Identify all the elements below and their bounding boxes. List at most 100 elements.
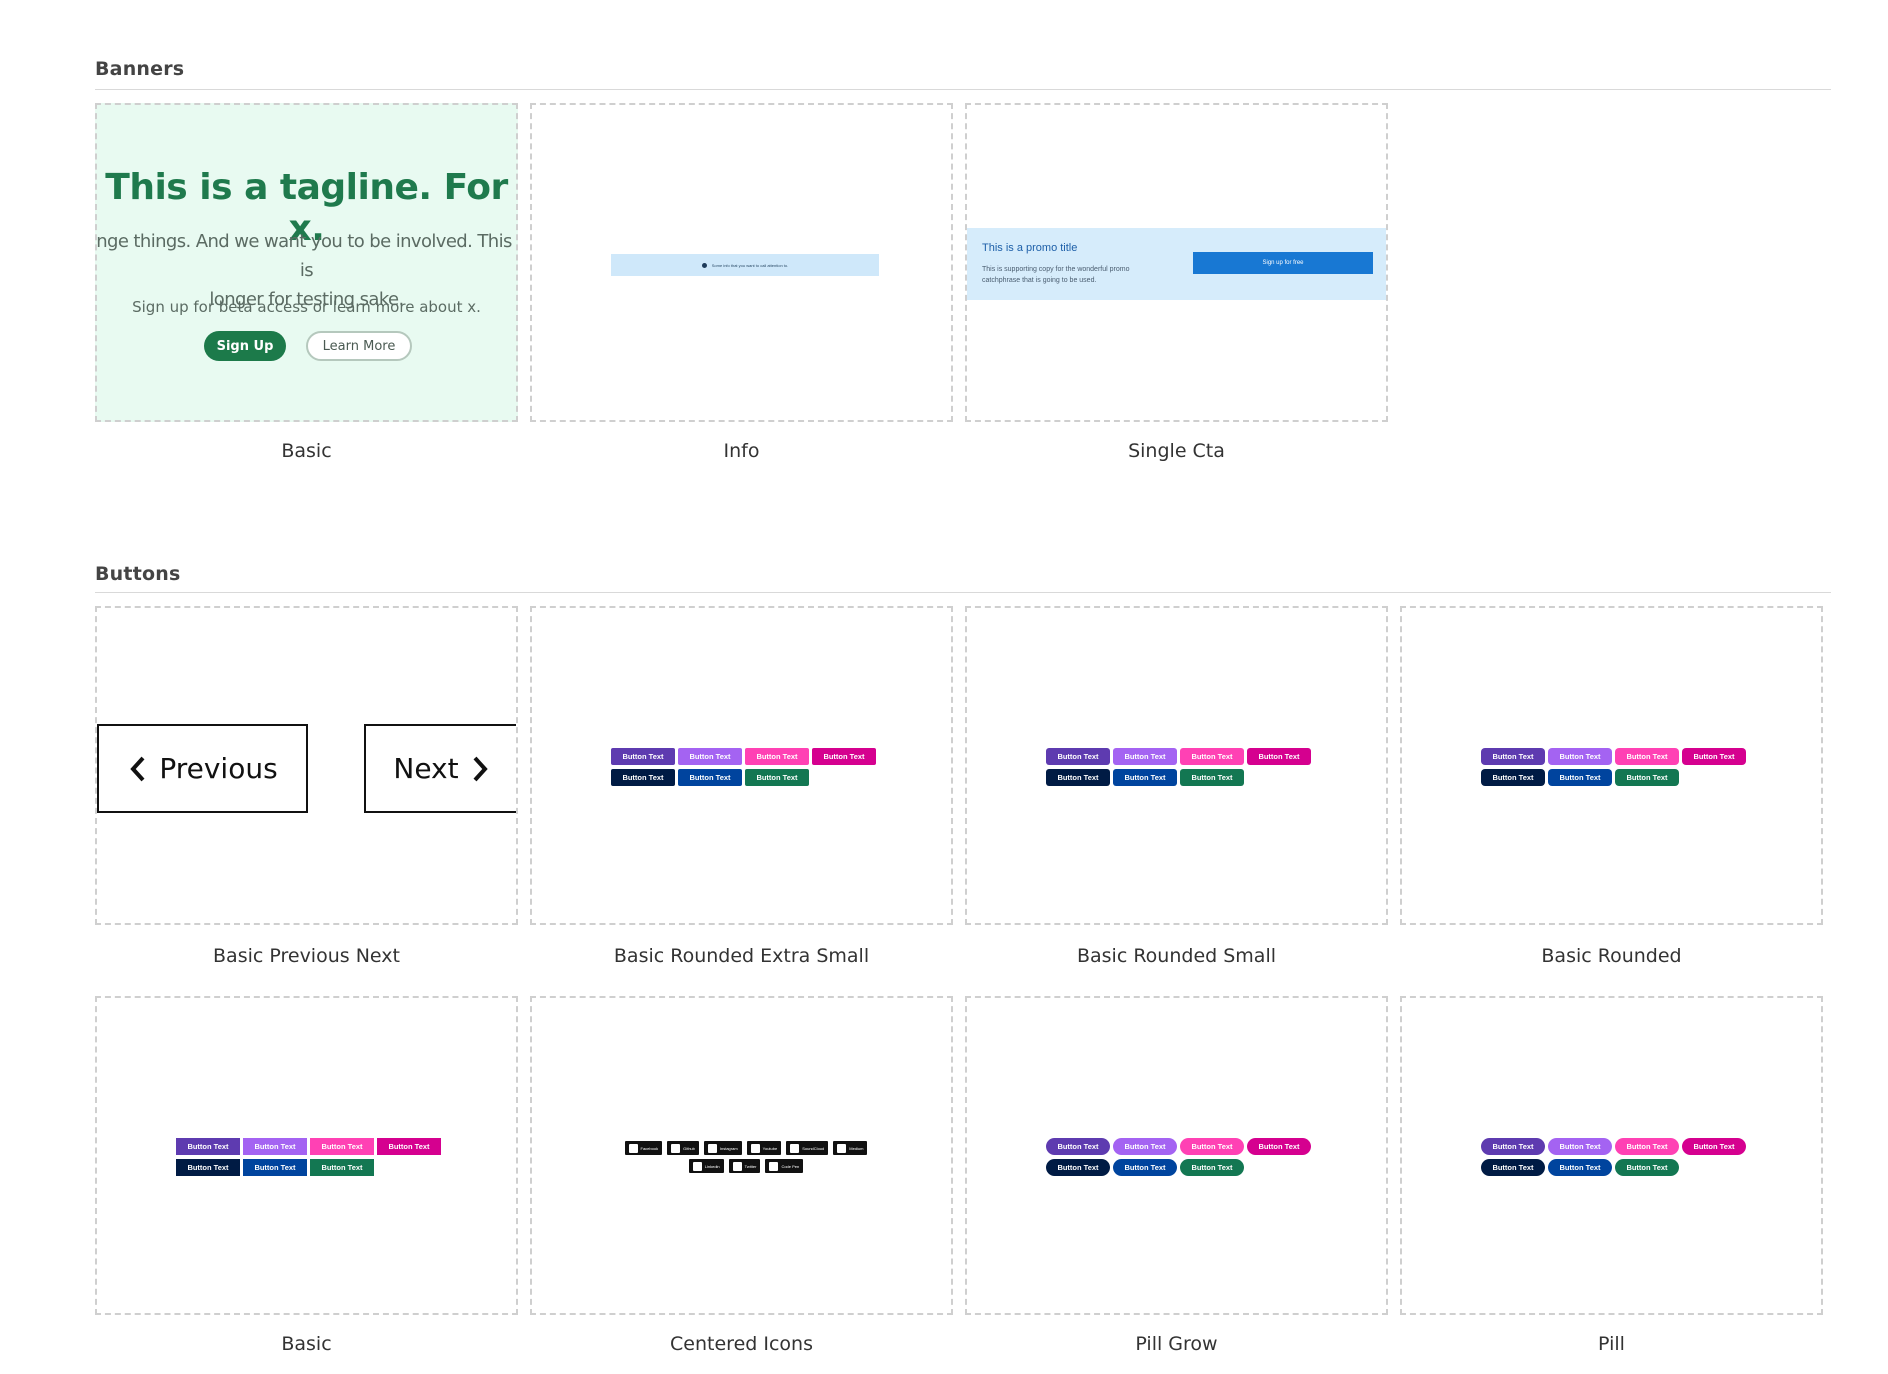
caption-rounded-small: Basic Rounded Small bbox=[1076, 945, 1277, 967]
sample-button[interactable]: Button Text bbox=[243, 1159, 307, 1176]
icon-button-code-pen[interactable]: Code Pen bbox=[765, 1159, 804, 1173]
sample-button[interactable]: Button Text bbox=[1615, 748, 1679, 765]
banner-body-line-1: Change things. And we want you to be inv… bbox=[96, 231, 516, 281]
buttons-basic-preview[interactable]: Button Text Button Text Button Text Button … bbox=[95, 996, 518, 1315]
banner-single-cta-preview[interactable]: This is a promo title This is supporting… bbox=[965, 103, 1388, 422]
caption-banner-basic: Basic bbox=[281, 440, 332, 462]
previous-button[interactable]: Previous bbox=[97, 724, 308, 813]
banners-heading: Banners bbox=[95, 58, 185, 80]
icon-button-facebook[interactable]: Facebook bbox=[624, 1141, 663, 1155]
sample-button[interactable]: Button Text bbox=[1481, 748, 1545, 765]
sample-button[interactable]: Button Text bbox=[678, 769, 742, 786]
button-row: Button Text Button Text Button Text bbox=[176, 1159, 446, 1176]
sample-button[interactable]: Button Text bbox=[1481, 1159, 1545, 1176]
sample-button[interactable]: Button Text bbox=[243, 1138, 307, 1155]
sample-button[interactable]: Button Text bbox=[1180, 1138, 1244, 1155]
button-grid: Button Text Button Text Button Text Button … bbox=[1046, 748, 1316, 790]
next-button[interactable]: Next bbox=[364, 724, 516, 813]
banners-divider bbox=[95, 89, 1831, 90]
sample-button[interactable]: Button Text bbox=[1180, 769, 1244, 786]
promo-title: This is a promo title bbox=[982, 242, 1078, 254]
sample-button[interactable]: Button Text bbox=[377, 1138, 441, 1155]
sample-button[interactable]: Button Text bbox=[1548, 1138, 1612, 1155]
sample-button[interactable]: Button Text bbox=[1682, 1138, 1746, 1155]
buttons-prev-next-preview[interactable]: Previous Next bbox=[95, 606, 518, 925]
icon-button-youtube[interactable]: Youtube bbox=[746, 1141, 782, 1155]
sample-button[interactable]: Button Text bbox=[678, 748, 742, 765]
promo-cta-button[interactable]: Sign up for free bbox=[1193, 252, 1373, 274]
sample-button[interactable]: Button Text bbox=[310, 1138, 374, 1155]
button-grid: Button Text Button Text Button Text Button … bbox=[1481, 748, 1751, 790]
banner-info-preview[interactable]: Some info that you want to call attentio… bbox=[530, 103, 953, 422]
sample-button[interactable]: Button Text bbox=[1481, 769, 1545, 786]
medium-icon bbox=[837, 1143, 847, 1153]
buttons-rounded-xs-preview[interactable]: Button Text Button Text Button Text Button … bbox=[530, 606, 953, 925]
sample-button[interactable]: Button Text bbox=[1113, 748, 1177, 765]
buttons-centered-icons-preview[interactable]: Facebook Github Instagram Youtube SoundCloud… bbox=[530, 996, 953, 1315]
sample-button[interactable]: Button Text bbox=[745, 748, 809, 765]
sample-button[interactable]: Button Text bbox=[812, 748, 876, 765]
button-row: Button Text Button Text Button Text Button … bbox=[1046, 748, 1316, 765]
caption-centered-icons: Centered Icons bbox=[670, 1333, 813, 1355]
sample-button[interactable]: Button Text bbox=[745, 769, 809, 786]
icon-button-medium[interactable]: Medium bbox=[833, 1141, 868, 1155]
icon-button-instagram[interactable]: Instagram bbox=[703, 1141, 742, 1155]
youtube-icon bbox=[750, 1143, 760, 1153]
soundcloud-icon bbox=[790, 1143, 800, 1153]
code-pen-icon bbox=[769, 1161, 779, 1171]
sample-button[interactable]: Button Text bbox=[1548, 1159, 1612, 1176]
sample-button[interactable]: Button Text bbox=[1615, 1159, 1679, 1176]
sample-button[interactable]: Button Text bbox=[176, 1159, 240, 1176]
button-row: Button Text Button Text Button Text bbox=[1046, 1159, 1316, 1176]
button-row: Button Text Button Text Button Text Button … bbox=[1481, 1138, 1751, 1155]
sample-button[interactable]: Button Text bbox=[1046, 1138, 1110, 1155]
banner-basic-preview[interactable]: This is a tagline. For x. Change things.… bbox=[95, 103, 518, 422]
sample-button[interactable]: Button Text bbox=[611, 769, 675, 786]
instagram-icon bbox=[707, 1143, 717, 1153]
icon-button-linkedin[interactable]: Linkedin bbox=[688, 1159, 724, 1173]
sample-button[interactable]: Button Text bbox=[611, 748, 675, 765]
promo-banner: This is a promo title This is supporting… bbox=[967, 228, 1386, 300]
buttons-rounded-preview[interactable]: Button Text Button Text Button Text Button … bbox=[1400, 606, 1823, 925]
github-icon bbox=[671, 1143, 681, 1153]
learn-more-button[interactable]: Learn More bbox=[306, 331, 412, 361]
icon-button-soundcloud[interactable]: SoundCloud bbox=[786, 1141, 829, 1155]
button-row: Button Text Button Text Button Text bbox=[1481, 769, 1751, 786]
icon-button-twitter[interactable]: Twitter bbox=[728, 1159, 761, 1173]
sample-button[interactable]: Button Text bbox=[1481, 1138, 1545, 1155]
button-row: Button Text Button Text Button Text Button … bbox=[1046, 1138, 1316, 1155]
sample-button[interactable]: Button Text bbox=[1113, 769, 1177, 786]
sample-button[interactable]: Button Text bbox=[1113, 1138, 1177, 1155]
icon-button-label: Github bbox=[683, 1145, 695, 1151]
buttons-pill-grow-preview[interactable]: Button Text Button Text Button Text Button … bbox=[965, 996, 1388, 1315]
linkedin-icon bbox=[692, 1161, 702, 1171]
buttons-pill-preview[interactable]: Button Text Button Text Button Text Button … bbox=[1400, 996, 1823, 1315]
icon-button-github[interactable]: Github bbox=[667, 1141, 699, 1155]
sign-up-button[interactable]: Sign Up bbox=[204, 331, 286, 361]
icon-button-label: SoundCloud bbox=[802, 1145, 825, 1151]
sample-button[interactable]: Button Text bbox=[1548, 748, 1612, 765]
sample-button[interactable]: Button Text bbox=[176, 1138, 240, 1155]
info-icon bbox=[701, 262, 707, 268]
caption-pill: Pill bbox=[1598, 1333, 1625, 1355]
icon-button-label: Instagram bbox=[719, 1145, 738, 1151]
sample-button[interactable]: Button Text bbox=[1046, 748, 1110, 765]
sample-button[interactable]: Button Text bbox=[1180, 1159, 1244, 1176]
sample-button[interactable]: Button Text bbox=[1180, 748, 1244, 765]
sample-button[interactable]: Button Text bbox=[1046, 1159, 1110, 1176]
sample-button[interactable]: Button Text bbox=[1615, 1138, 1679, 1155]
sample-button[interactable]: Button Text bbox=[1615, 769, 1679, 786]
sample-button[interactable]: Button Text bbox=[1046, 769, 1110, 786]
sample-button[interactable]: Button Text bbox=[310, 1159, 374, 1176]
sample-button[interactable]: Button Text bbox=[1548, 769, 1612, 786]
sample-button[interactable]: Button Text bbox=[1682, 748, 1746, 765]
buttons-rounded-small-preview[interactable]: Button Text Button Text Button Text Button … bbox=[965, 606, 1388, 925]
button-row: Button Text Button Text Button Text Button … bbox=[176, 1138, 446, 1155]
sample-button[interactable]: Button Text bbox=[1113, 1159, 1177, 1176]
sample-button[interactable]: Button Text bbox=[1247, 748, 1311, 765]
info-banner-text: Some info that you want to call attentio… bbox=[711, 262, 789, 268]
icon-button-grid: Facebook Github Instagram Youtube SoundCloud… bbox=[611, 1141, 881, 1177]
button-grid: Button Text Button Text Button Text Button … bbox=[176, 1138, 446, 1180]
sample-button[interactable]: Button Text bbox=[1247, 1138, 1311, 1155]
icon-button-row: Facebook Github Instagram Youtube SoundCloud… bbox=[611, 1141, 881, 1155]
